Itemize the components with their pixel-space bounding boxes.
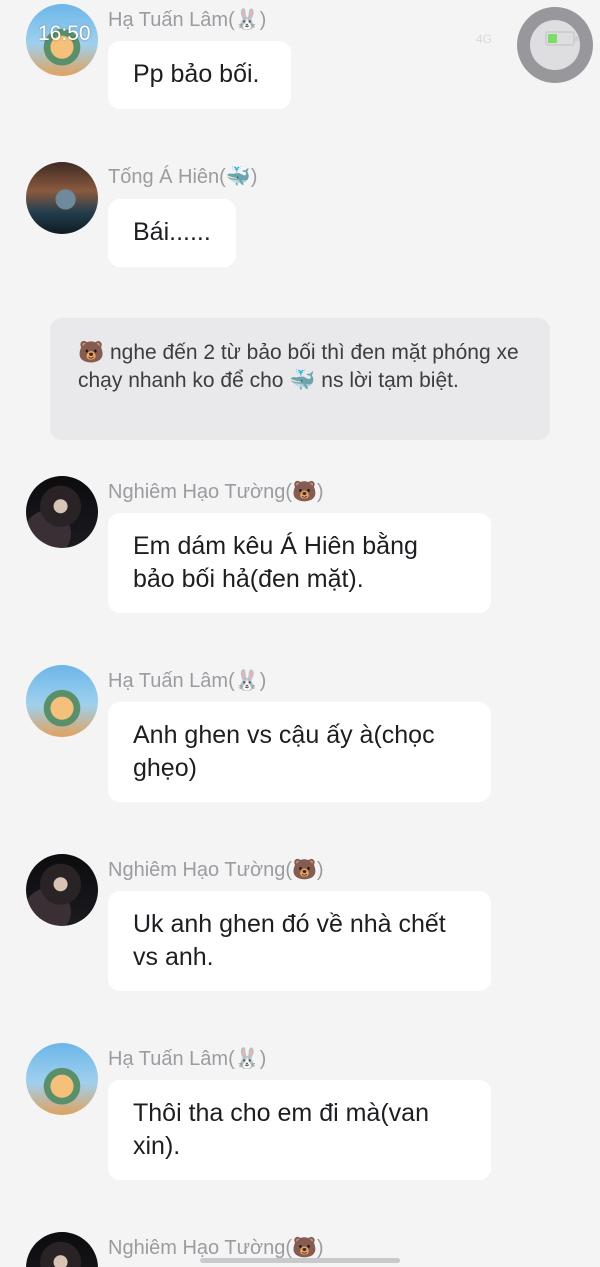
sender-name: Nghiêm Hạo Tường(🐻) — [108, 481, 324, 503]
sender-name: Nghiêm Hạo Tường(🐻) — [108, 1237, 324, 1259]
sender-name: Tống Á Hiên(🐳) — [108, 166, 258, 188]
message-bubble[interactable]: Bái...... — [108, 199, 236, 267]
narration-box: 🐻 nghe đến 2 từ bảo bối thì đen mặt phón… — [50, 318, 550, 440]
chat-screen: Hạ Tuấn Lâm(🐰) Pp bảo bối. 16:50 4G Tống… — [0, 0, 600, 1267]
status-time: 16:50 — [38, 22, 91, 45]
sender-name: Hạ Tuấn Lâm(🐰) — [108, 1048, 267, 1070]
avatar[interactable] — [26, 854, 98, 926]
sender-name: Hạ Tuấn Lâm(🐰) — [108, 670, 267, 692]
avatar[interactable] — [26, 1043, 98, 1115]
avatar[interactable] — [26, 665, 98, 737]
signal-indicator: 4G — [476, 32, 493, 46]
message-bubble[interactable]: Thôi tha cho em đi mà(van xin). — [108, 1080, 491, 1180]
home-indicator[interactable] — [200, 1258, 400, 1263]
message-bubble[interactable]: Pp bảo bối. — [108, 41, 291, 109]
avatar[interactable] — [26, 476, 98, 548]
message-bubble[interactable]: Uk anh ghen đó về nhà chết vs anh. — [108, 891, 491, 991]
message-bubble[interactable]: Em dám kêu Á Hiên bằng bảo bối hả(đen mặ… — [108, 513, 491, 613]
sender-name: Nghiêm Hạo Tường(🐻) — [108, 859, 324, 881]
avatar[interactable] — [26, 162, 98, 234]
sender-name: Hạ Tuấn Lâm(🐰) — [108, 9, 267, 31]
avatar[interactable] — [26, 1232, 98, 1267]
message-bubble[interactable]: Anh ghen vs cậu ấy à(chọc ghẹo) — [108, 702, 491, 802]
battery-icon — [545, 31, 578, 46]
